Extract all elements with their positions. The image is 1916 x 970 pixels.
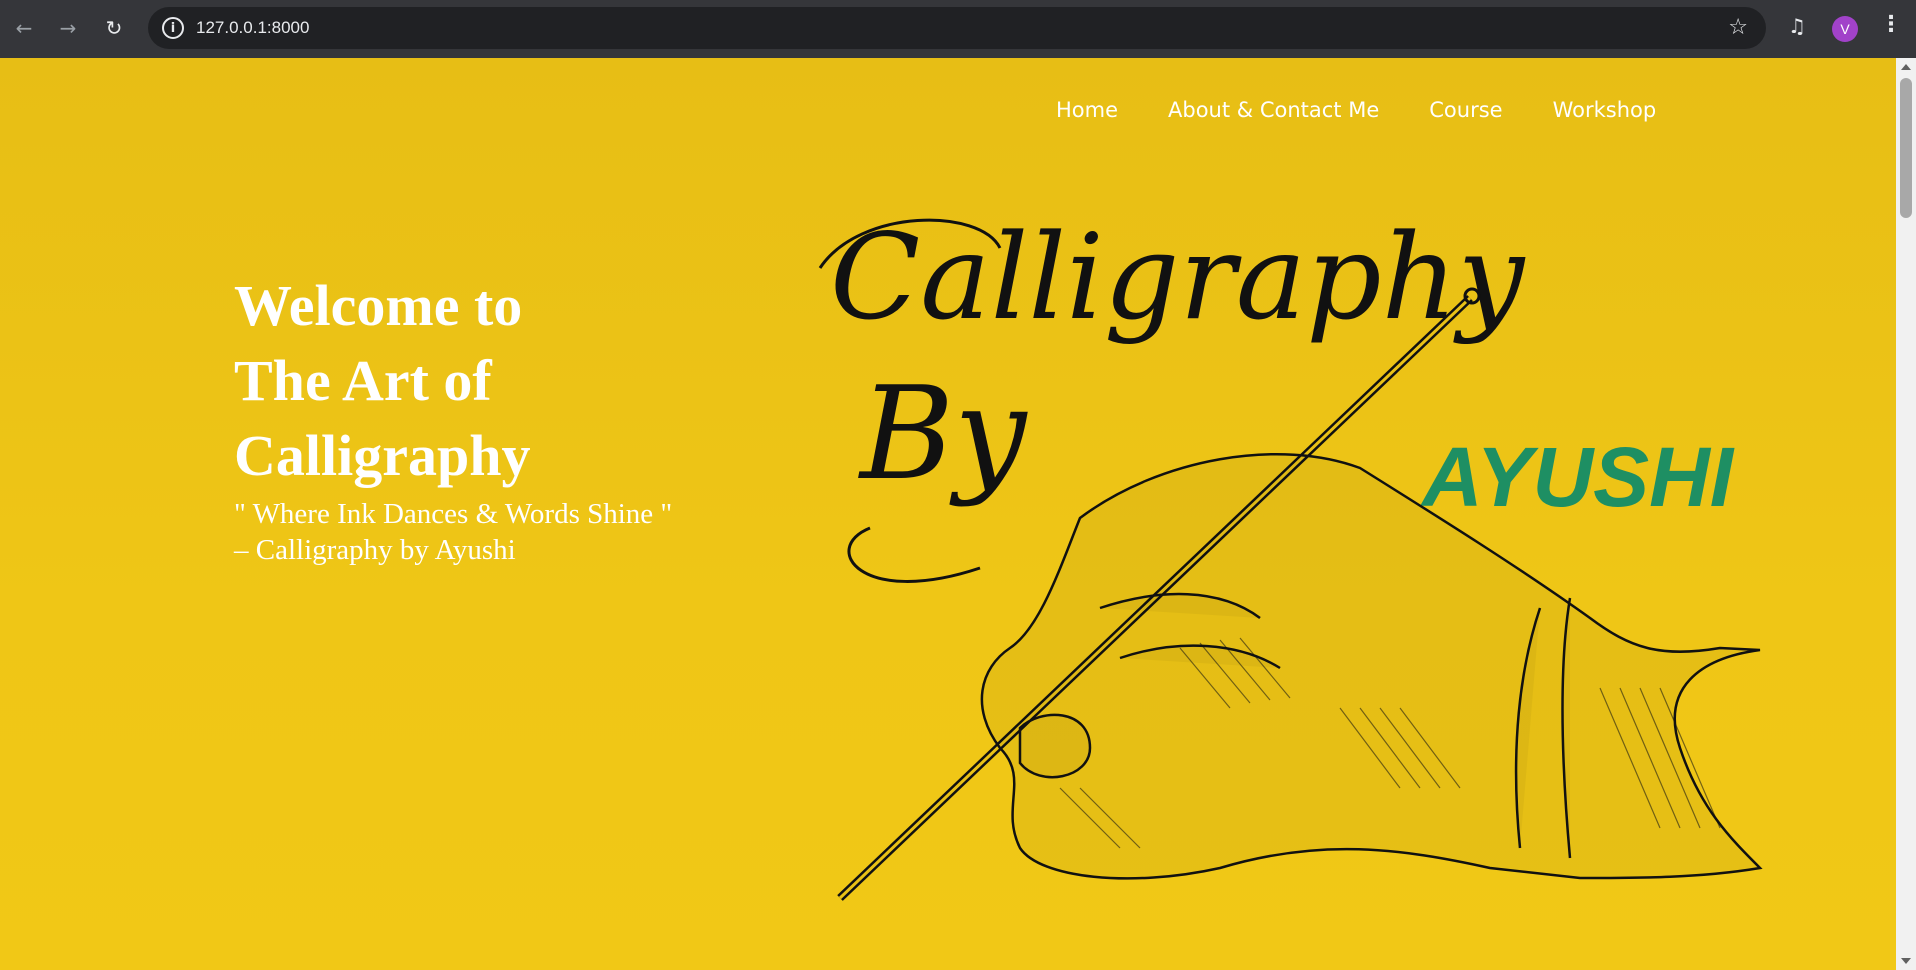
forward-button[interactable]: → (52, 12, 84, 44)
nav-about-contact[interactable]: About & Contact Me (1168, 98, 1379, 122)
arrow-right-icon: → (59, 16, 77, 40)
nav-workshop[interactable]: Workshop (1553, 98, 1657, 122)
page-scrollbar[interactable] (1896, 58, 1916, 970)
nav-course[interactable]: Course (1429, 98, 1502, 122)
calligraphy-hand-illustration: Calligraphy By AYUSHI (818, 208, 1763, 901)
tagline-attribution: – Calligraphy by Ayushi (234, 534, 516, 566)
site-nav: Home About & Contact Me Course Workshop (1056, 98, 1656, 122)
media-queue-icon[interactable]: ♫ (1788, 14, 1806, 38)
reload-icon: ↻ (105, 16, 123, 40)
profile-avatar[interactable]: V (1832, 16, 1858, 42)
browser-toolbar: ← → ↻ i 127.0.0.1:8000 ☆ ♫ V ⋮ (0, 0, 1916, 58)
scroll-down-arrow-icon[interactable] (1901, 958, 1911, 964)
url-text[interactable]: 127.0.0.1:8000 (196, 18, 309, 38)
page-viewport: Home About & Contact Me Course Workshop … (0, 58, 1896, 970)
scroll-thumb[interactable] (1900, 78, 1912, 218)
hero-tagline: " Where Ink Dances & Words Shine " – Cal… (234, 496, 672, 568)
reload-button[interactable]: ↻ (98, 12, 130, 44)
hero-title-line1: Welcome to (234, 273, 523, 338)
kebab-menu-icon[interactable]: ⋮ (1880, 12, 1902, 37)
address-bar[interactable]: i 127.0.0.1:8000 ☆ (148, 7, 1766, 49)
scroll-up-arrow-icon[interactable] (1901, 64, 1911, 70)
hero-title: Welcome to The Art of Calligraphy (234, 268, 754, 493)
tagline-quote: " Where Ink Dances & Words Shine " (234, 498, 673, 530)
script-word-by: By (858, 360, 1028, 509)
brand-ayushi: AYUSHI (1420, 430, 1735, 524)
script-word-calligraphy: Calligraphy (830, 208, 1526, 346)
back-button[interactable]: ← (8, 12, 40, 44)
nav-home[interactable]: Home (1056, 98, 1118, 122)
star-icon[interactable]: ☆ (1728, 15, 1748, 40)
hero-title-line2: The Art of (234, 348, 492, 413)
arrow-left-icon: ← (15, 16, 33, 40)
hero-title-line3: Calligraphy (234, 423, 531, 488)
info-icon[interactable]: i (162, 17, 184, 39)
